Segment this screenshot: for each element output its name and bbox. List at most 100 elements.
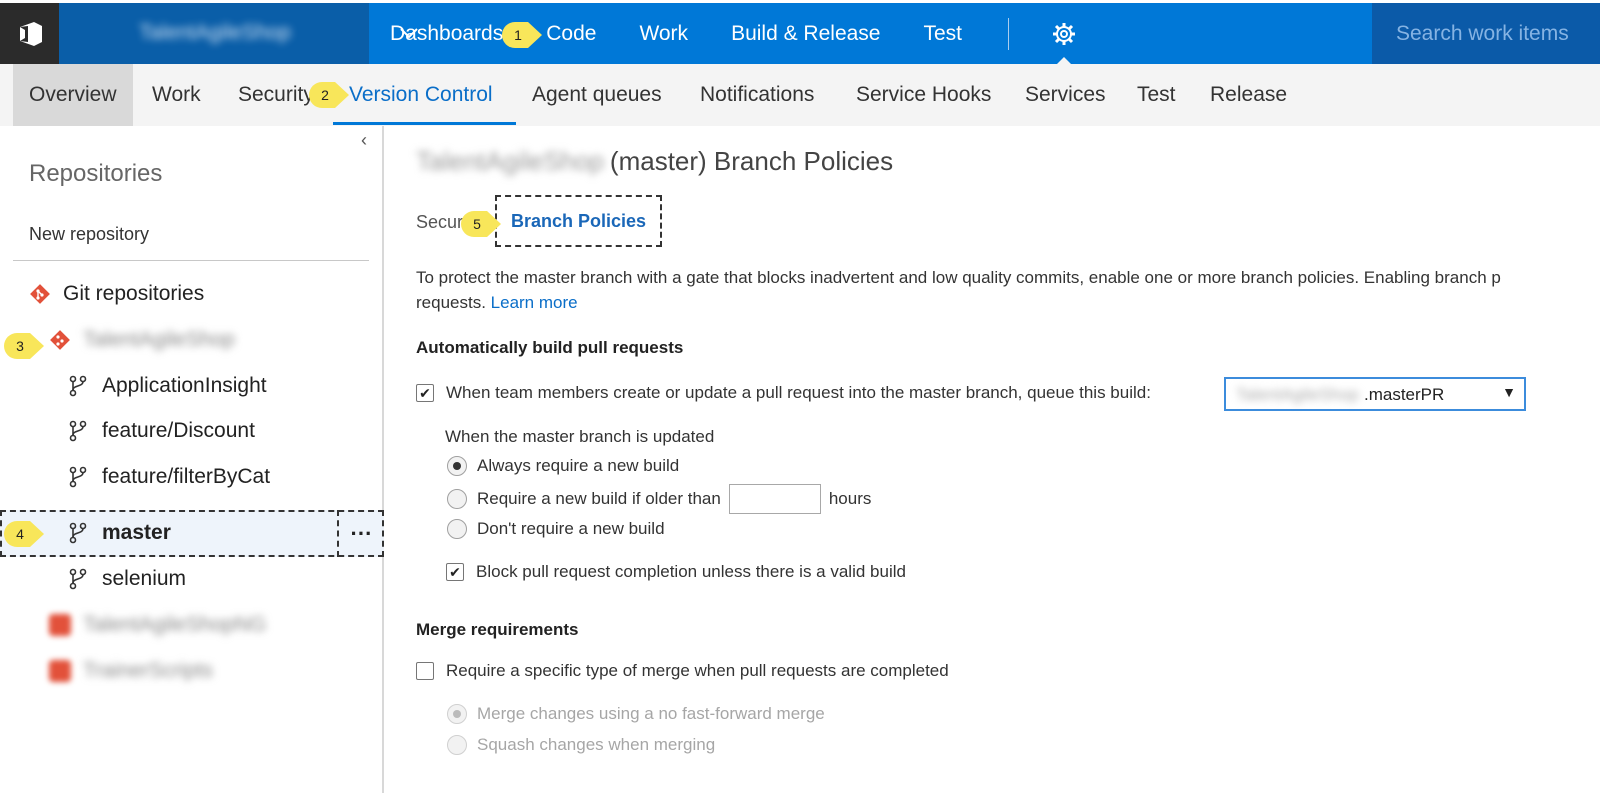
radio-button[interactable] xyxy=(447,456,467,476)
build-select-value: .masterPR xyxy=(1364,385,1445,404)
nav-test[interactable]: Test xyxy=(923,22,962,46)
branch-label: feature/filterByCat xyxy=(102,465,271,488)
tab-service-hooks[interactable]: Service Hooks xyxy=(856,64,991,126)
block-pr-checkbox[interactable]: ✔ xyxy=(446,563,464,581)
search-placeholder: Search work items xyxy=(1396,22,1569,45)
tab-test[interactable]: Test xyxy=(1137,64,1176,126)
branch-item[interactable]: feature/Discount xyxy=(68,419,255,443)
callout-marker: 2 xyxy=(307,80,351,110)
policy-description: To protect the master branch with a gate… xyxy=(416,265,1600,315)
tab-release[interactable]: Release xyxy=(1210,64,1287,126)
radio-label: Always require a new build xyxy=(477,456,680,475)
tab-version-control[interactable]: Version Control xyxy=(349,64,493,126)
radio-button[interactable] xyxy=(447,519,467,539)
block-pr-label: Block pull request completion unless the… xyxy=(476,562,906,581)
callout-marker: 3 xyxy=(2,331,46,361)
tab-security[interactable]: Secur xyxy=(416,212,463,233)
page-title-project: TalentAgileShop xyxy=(416,146,604,176)
build-select-prefix: TalentAgileShop xyxy=(1236,385,1359,404)
callout-number: 1 xyxy=(514,27,522,43)
branch-item[interactable]: ApplicationInsight xyxy=(68,374,267,398)
callout-number: 5 xyxy=(473,216,481,232)
callout-number: 4 xyxy=(16,526,24,542)
radio-label: Merge changes using a no fast-forward me… xyxy=(477,704,825,723)
selected-branch-row[interactable] xyxy=(0,510,384,557)
radio-button[interactable] xyxy=(447,489,467,509)
merge-type-checkbox-row[interactable]: Require a specific type of merge when pu… xyxy=(416,661,949,681)
build-definition-select[interactable]: TalentAgileShop .masterPR ▼ xyxy=(1224,377,1526,411)
tab-agent-queues[interactable]: Agent queues xyxy=(532,64,662,126)
tab-overview[interactable]: Overview xyxy=(13,64,133,126)
build-policy-checkbox[interactable]: ✔ xyxy=(416,384,434,402)
collapse-panel-icon[interactable]: ‹ xyxy=(361,130,367,151)
git-repositories-node[interactable]: Git repositories xyxy=(29,282,204,306)
radio-dont-require[interactable]: Don't require a new build xyxy=(447,519,665,539)
radio-require-if-older[interactable]: Require a new build if older than hours xyxy=(447,484,871,514)
vsts-logo-icon xyxy=(19,21,42,46)
branch-item-master[interactable]: master xyxy=(68,521,171,545)
repo-name: TalentAgileShop xyxy=(83,328,235,351)
nav-work[interactable]: Work xyxy=(639,22,688,46)
search-work-items[interactable]: Search work items xyxy=(1372,3,1600,64)
tab-notifications[interactable]: Notifications xyxy=(700,64,814,126)
callout-marker: 5 xyxy=(459,209,503,239)
block-pr-checkbox-row[interactable]: ✔ Block pull request completion unless t… xyxy=(446,562,906,582)
build-policy-checkbox-row[interactable]: ✔ When team members create or update a p… xyxy=(416,383,1151,403)
top-bar: TalentAgileShop Dashboards Code Work Bui… xyxy=(0,3,1600,65)
tab-work[interactable]: Work xyxy=(152,64,201,126)
page-title: TalentAgileShop (master) Branch Policies xyxy=(416,146,893,177)
repo-name: TalentAgileShopNG xyxy=(83,613,267,636)
branch-item[interactable]: feature/filterByCat xyxy=(68,465,270,489)
radio-label: Require a new build if older than xyxy=(477,489,721,508)
radio-label: Squash changes when merging xyxy=(477,735,716,754)
vsts-logo[interactable] xyxy=(0,3,59,64)
radio-dot xyxy=(453,710,461,718)
repo-node[interactable]: TalentAgileShop xyxy=(49,328,235,352)
radio-dot xyxy=(453,462,461,470)
radio-no-fast-forward: Merge changes using a no fast-forward me… xyxy=(447,704,825,724)
branch-label: selenium xyxy=(102,567,187,590)
hours-input[interactable] xyxy=(728,484,821,514)
merge-section-heading: Merge requirements xyxy=(416,620,579,639)
git-icon xyxy=(49,660,71,682)
branch-icon xyxy=(69,466,87,488)
learn-more-link[interactable]: Learn more xyxy=(491,293,578,312)
project-selector[interactable]: TalentAgileShop xyxy=(59,3,418,64)
more-actions-icon[interactable]: ··· xyxy=(337,510,384,557)
callout-marker: 4 xyxy=(2,519,46,549)
repo-node[interactable]: TalentAgileShopNG xyxy=(49,613,266,637)
new-repository-link[interactable]: New repository xyxy=(29,224,149,245)
page-title-suffix: (master) Branch Policies xyxy=(609,146,894,176)
description-text: requests. xyxy=(416,293,491,312)
project-name: TalentAgileShop xyxy=(139,21,291,44)
git-icon xyxy=(50,330,70,350)
callout-number: 2 xyxy=(321,87,329,103)
dropdown-arrow-icon: ▼ xyxy=(1502,384,1516,400)
divider xyxy=(13,260,369,261)
merge-type-checkbox[interactable] xyxy=(416,662,434,680)
git-icon xyxy=(49,614,71,636)
branch-item[interactable]: selenium xyxy=(68,567,186,591)
callout-marker: 1 xyxy=(500,20,544,50)
description-line-2: requests. Learn more xyxy=(416,290,1600,315)
radio-squash: Squash changes when merging xyxy=(447,735,715,755)
tab-services[interactable]: Services xyxy=(1025,64,1106,126)
git-icon xyxy=(30,284,50,304)
gear-icon[interactable] xyxy=(1052,22,1076,46)
when-updated-label: When the master branch is updated xyxy=(445,427,715,446)
hub-nav: Dashboards Code Work Build & Release Tes… xyxy=(390,3,1005,64)
radio-button xyxy=(447,704,467,724)
nav-build-release[interactable]: Build & Release xyxy=(731,22,880,46)
repo-node[interactable]: TrainerScripts xyxy=(49,659,213,683)
radio-always-require[interactable]: Always require a new build xyxy=(447,456,679,476)
nav-divider xyxy=(1008,18,1009,50)
branch-icon xyxy=(69,375,87,397)
tab-security[interactable]: Security xyxy=(238,64,314,126)
branch-label: feature/Discount xyxy=(102,419,255,442)
branch-label: ApplicationInsight xyxy=(102,374,267,397)
active-tab-underline xyxy=(333,122,516,125)
tab-branch-policies[interactable]: Branch Policies xyxy=(495,195,662,247)
nav-dashboards[interactable]: Dashboards xyxy=(390,22,503,46)
branch-icon xyxy=(69,420,87,442)
nav-code[interactable]: Code xyxy=(546,22,596,46)
